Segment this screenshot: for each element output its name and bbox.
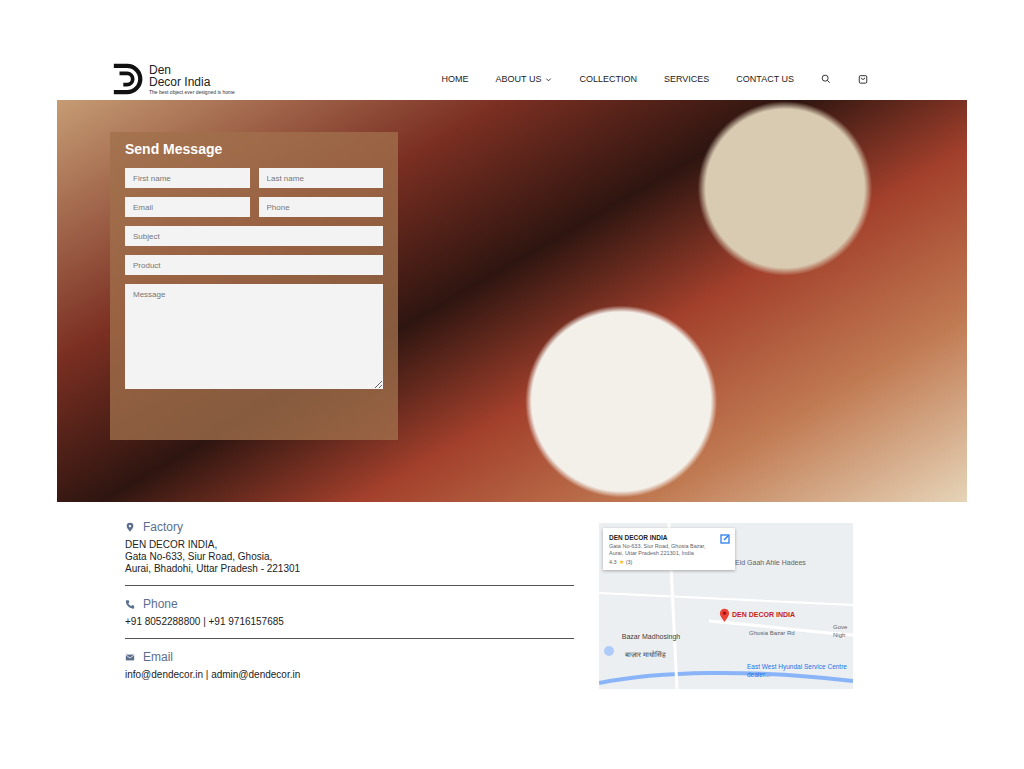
contact-item: Phone +91 8052288800 | +91 9716157685	[125, 585, 574, 638]
hero-photo: Send Message	[57, 100, 967, 502]
text-input[interactable]	[125, 168, 250, 188]
map-label: Bazar Madhosingh	[621, 633, 681, 641]
nav-item[interactable]: COLLECTION	[579, 74, 637, 84]
logo-name: Den	[149, 64, 235, 76]
contact-info: Factory DEN DECOR INDIA,Gata No-633, Siur…	[125, 520, 574, 691]
contact-line: info@dendecor.in | admin@dendecor.in	[125, 669, 574, 681]
form-row	[125, 255, 383, 275]
place-rating: 4.3★(3)	[609, 559, 717, 565]
form-row	[125, 197, 383, 217]
logo-tagline: The best object ever designed is home	[149, 90, 235, 95]
nav-item[interactable]: ABOUT US	[496, 74, 553, 84]
map-place-card: DEN DECOR INDIA Gata No-633, Siur Road, G…	[603, 528, 735, 570]
contact-line: Aurai, Bhadohi, Uttar Pradesh - 221301	[125, 563, 574, 575]
map-label: Eid Gaah Ahle Hadees	[735, 559, 835, 567]
cart-bag-icon[interactable]	[858, 74, 868, 84]
contact-title: Factory	[125, 520, 574, 534]
message-textarea[interactable]	[125, 284, 383, 389]
location-pin-icon	[125, 522, 135, 533]
text-input[interactable]	[125, 255, 383, 275]
google-map[interactable]: DEN DECOR INDIA Gata No-633, Siur Road, G…	[599, 523, 853, 689]
map-label: Ghosia Bazar Rd	[749, 629, 795, 637]
nav-item[interactable]: CONTACT US	[736, 74, 794, 84]
map-pin-icon	[719, 608, 730, 623]
contact-line: Gata No-633, Siur Road, Ghosia,	[125, 551, 574, 563]
logo-text: DenDecor India The best object ever desig…	[149, 64, 235, 95]
header-bar: DenDecor India The best object ever desig…	[110, 58, 868, 100]
main-nav: HOME ABOUT US COLLECTION SERVICES CONTACT US	[442, 74, 868, 84]
text-input[interactable]	[125, 197, 250, 217]
logo[interactable]: DenDecor India The best object ever desig…	[110, 62, 235, 96]
map-label: Gove Nigh	[833, 623, 853, 639]
place-address: Gata No-633, Siur Road, Ghosia Bazar, Au…	[609, 543, 717, 557]
map-label: East West Hyundai Service Centre dealer.…	[747, 663, 851, 679]
text-input[interactable]	[259, 197, 384, 217]
form-title: Send Message	[125, 141, 383, 157]
place-name: DEN DECOR INDIA	[609, 534, 717, 541]
search-icon[interactable]	[821, 74, 831, 84]
phone-icon	[125, 599, 135, 610]
contact-item: Factory DEN DECOR INDIA,Gata No-633, Siur…	[125, 520, 574, 585]
contact-line: +91 8052288800 | +91 9716157685	[125, 616, 574, 628]
envelope-icon	[125, 652, 135, 663]
chevron-down-icon	[545, 76, 552, 83]
send-message-form: Send Message	[110, 132, 398, 440]
form-row	[125, 226, 383, 246]
contact-line: DEN DECOR INDIA,	[125, 539, 574, 551]
contact-title: Phone	[125, 597, 574, 611]
contact-item: Email info@dendecor.in | admin@dendecor.i…	[125, 638, 574, 691]
open-map-icon[interactable]	[720, 534, 730, 544]
nav-item[interactable]: HOME	[442, 74, 469, 84]
form-row	[125, 284, 383, 389]
map-label: बाज़ार माधोसिंह	[625, 651, 666, 659]
logo-name: Decor India	[149, 76, 235, 88]
page: DenDecor India The best object ever desig…	[0, 0, 1024, 769]
form-row	[125, 168, 383, 188]
logo-d-icon	[110, 62, 146, 96]
site-header: DenDecor India The best object ever desig…	[0, 0, 1024, 100]
contact-title: Email	[125, 650, 574, 664]
nav-item[interactable]: SERVICES	[664, 74, 709, 84]
text-input[interactable]	[259, 168, 384, 188]
contact-section: FactoryDEN DECOR INDIA,Gata No-633, Siur…	[0, 502, 1024, 691]
text-input[interactable]	[125, 226, 383, 246]
map-label: DEN DECOR INDIA	[732, 611, 795, 619]
